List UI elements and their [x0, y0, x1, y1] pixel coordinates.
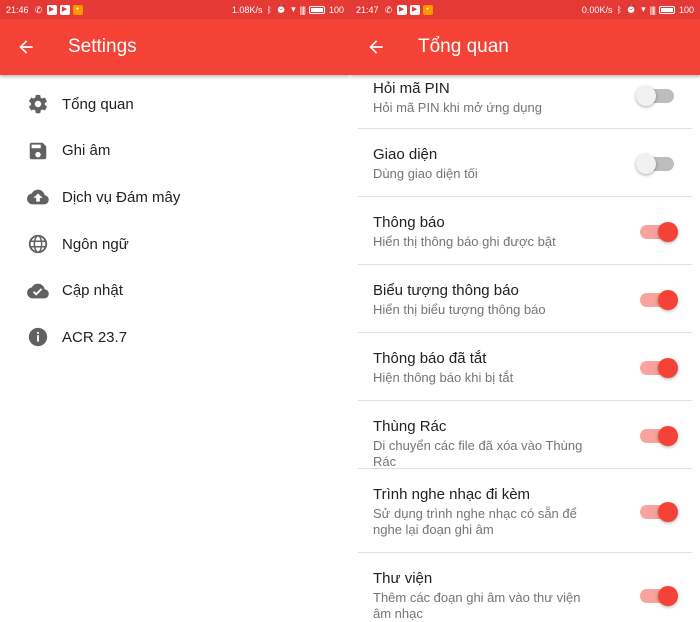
network-speed: 1.08K/s: [231, 4, 263, 15]
setting-subtitle: Hiển thị biểu tượng thông báo: [373, 302, 546, 317]
toggle-knob: [658, 290, 678, 310]
app-bar: Tổng quan: [350, 19, 700, 75]
battery-icon: [658, 5, 675, 14]
setting-row-theme[interactable]: Giao diện Dùng giao diện tối: [358, 129, 692, 197]
setting-title: Thư viện: [373, 570, 433, 587]
menu-item-language[interactable]: Ngôn ngữ: [0, 221, 350, 268]
toggle-knob: [636, 154, 656, 174]
setting-row-pin[interactable]: Hỏi mã PIN Hỏi mã PIN khi mở ứng dụng: [358, 75, 692, 129]
phone-icon: ✆: [34, 4, 43, 15]
play-icon: ▶: [59, 4, 70, 15]
setting-title: Giao diện: [373, 146, 438, 163]
page-title: Settings: [68, 36, 137, 57]
phone-icon: ✆: [384, 4, 393, 15]
setting-subtitle: Dùng giao diện tối: [373, 166, 478, 181]
back-button[interactable]: [350, 19, 404, 75]
setting-title: Biểu tượng thông báo: [373, 282, 519, 299]
signal-icon: ||||: [649, 4, 656, 15]
menu-label: ACR 23.7: [62, 328, 128, 346]
menu-item-cloud[interactable]: Dịch vụ Đám mây: [0, 174, 350, 221]
arrow-back-icon: [369, 40, 383, 54]
menu-label: Cập nhật: [62, 282, 123, 300]
pin-toggle[interactable]: [636, 86, 674, 106]
setting-row-library[interactable]: Thư viện Thêm các đoạn ghi âm vào thư vi…: [358, 553, 692, 622]
status-time: 21:47: [356, 4, 379, 15]
settings-menu: Tổng quan Ghi âm Dịch vụ Đám mây Ngôn ng…: [0, 75, 350, 361]
setting-row-player[interactable]: Trình nghe nhạc đi kèm Sử dụng trình ngh…: [358, 469, 692, 553]
status-bar: 21:46 ✆ ▶ ▶ • 1.08K/s ᛒ ⏰ ▾ |||| 100: [0, 0, 350, 19]
setting-subtitle: Di chuyển các file đã xóa vào Thùng Rác: [373, 438, 583, 469]
battery-level: 100: [328, 4, 344, 15]
signal-icon: ||||: [299, 4, 306, 15]
player-toggle[interactable]: [640, 502, 678, 522]
info-icon: [27, 326, 49, 348]
app-bar: Settings: [0, 19, 350, 75]
settings-screen: 21:46 ✆ ▶ ▶ • 1.08K/s ᛒ ⏰ ▾ |||| 100 Set…: [0, 0, 350, 622]
battery-icon: [308, 5, 325, 14]
cloud-check-icon: [27, 280, 49, 302]
play-icon: ▶: [409, 4, 420, 15]
save-icon: [27, 140, 49, 162]
toggle-knob: [636, 86, 656, 106]
toggle-knob: [658, 586, 678, 606]
setting-row-notification-icon[interactable]: Biểu tượng thông báo Hiển thị biểu tượng…: [358, 265, 692, 333]
cloud-upload-icon: [27, 186, 49, 208]
setting-subtitle: Hiện thông báo khi bị tắt: [373, 370, 514, 385]
app-notification-icon: •: [72, 4, 83, 15]
bluetooth-icon: ᛒ: [616, 4, 622, 15]
globe-icon: [27, 233, 49, 255]
theme-toggle[interactable]: [636, 154, 674, 174]
bluetooth-icon: ᛒ: [266, 4, 272, 15]
status-bar: 21:47 ✆ ▶ ▶ • 0.00K/s ᛒ ⏰ ▾ |||| 100: [350, 0, 700, 19]
notification-toggle[interactable]: [640, 222, 678, 242]
network-speed: 0.00K/s: [581, 4, 613, 15]
alarm-icon: ⏰: [275, 4, 288, 14]
toggle-knob: [658, 502, 678, 522]
menu-item-general[interactable]: Tổng quan: [0, 81, 350, 128]
setting-subtitle: Thêm các đoạn ghi âm vào thư viện âm nhạ…: [373, 590, 581, 621]
notification-off-toggle[interactable]: [640, 358, 678, 378]
toggle-knob: [658, 358, 678, 378]
menu-item-recording[interactable]: Ghi âm: [0, 128, 350, 175]
back-button[interactable]: [0, 19, 54, 75]
play-icon: ▶: [396, 4, 407, 15]
status-time: 21:46: [6, 4, 29, 15]
play-icon: ▶: [46, 4, 57, 15]
setting-row-trash[interactable]: Thùng Rác Di chuyển các file đã xóa vào …: [358, 401, 692, 469]
setting-row-notification[interactable]: Thông báo Hiển thị thông báo ghi được bậ…: [358, 197, 692, 265]
setting-subtitle: Sử dụng trình nghe nhạc có sẵn để nghe l…: [373, 506, 577, 537]
setting-title: Thông báo đã tắt: [373, 350, 487, 367]
trash-toggle[interactable]: [640, 426, 678, 446]
menu-label: Ngôn ngữ: [62, 235, 129, 253]
menu-label: Dịch vụ Đám mây: [62, 188, 181, 206]
setting-subtitle: Hiển thị thông báo ghi được bật: [373, 234, 556, 249]
setting-title: Thông báo: [373, 214, 445, 231]
toggle-knob: [658, 426, 678, 446]
app-notification-icon: •: [422, 4, 433, 15]
setting-title: Thùng Rác: [373, 418, 447, 435]
toggle-knob: [658, 222, 678, 242]
menu-label: Ghi âm: [62, 142, 111, 160]
page-title: Tổng quan: [418, 36, 509, 57]
setting-row-notification-off[interactable]: Thông báo đã tắt Hiện thông báo khi bị t…: [358, 333, 692, 401]
setting-title: Trình nghe nhạc đi kèm: [373, 486, 531, 503]
notification-icon-toggle[interactable]: [640, 290, 678, 310]
alarm-icon: ⏰: [625, 4, 638, 14]
wifi-icon: ▾: [641, 4, 646, 14]
setting-title: Hỏi mã PIN: [373, 80, 450, 97]
general-settings-screen: 21:47 ✆ ▶ ▶ • 0.00K/s ᛒ ⏰ ▾ |||| 100 Tổn…: [350, 0, 700, 622]
setting-subtitle: Hỏi mã PIN khi mở ứng dụng: [373, 100, 542, 115]
menu-label: Tổng quan: [62, 95, 134, 113]
menu-item-update[interactable]: Cập nhật: [0, 267, 350, 314]
wifi-icon: ▾: [291, 4, 296, 14]
gear-icon: [27, 93, 49, 115]
library-toggle[interactable]: [640, 586, 678, 606]
battery-level: 100: [678, 4, 694, 15]
settings-list: Hỏi mã PIN Hỏi mã PIN khi mở ứng dụng Gi…: [350, 75, 700, 622]
menu-item-about[interactable]: ACR 23.7: [0, 314, 350, 361]
arrow-back-icon: [19, 40, 33, 54]
